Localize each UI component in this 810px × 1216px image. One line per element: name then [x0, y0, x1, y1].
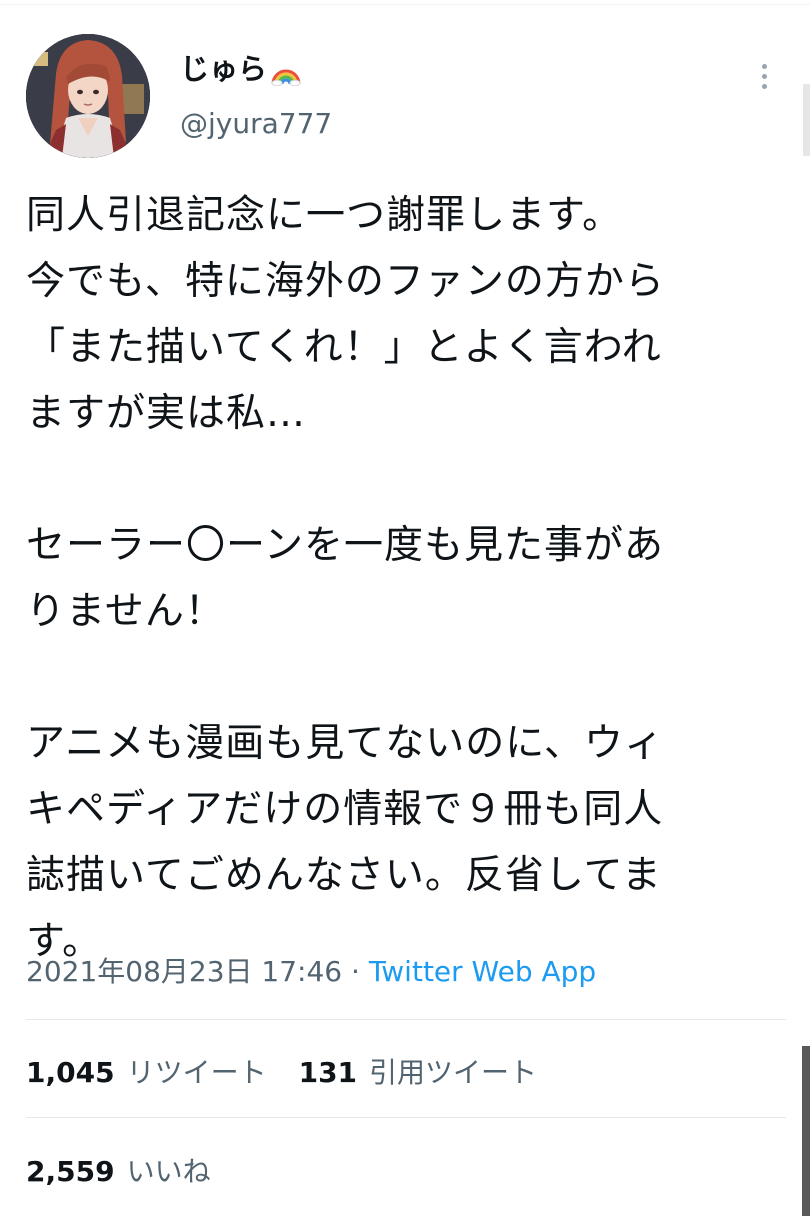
side-panel-edge — [803, 84, 810, 156]
more-vertical-icon[interactable] — [752, 56, 776, 96]
rainbow-icon — [271, 58, 301, 87]
like-count-label: いいね — [126, 1155, 211, 1188]
author-handle[interactable]: @jyura777 — [180, 107, 332, 141]
scrollbar-thumb[interactable] — [802, 1046, 810, 1216]
retweet-count[interactable]: 1,045 リツイート — [26, 1051, 267, 1091]
tweet-text: 同人引退記念に一つ謝罪します。 今でも、特に海外のファンの方から 「また描いてく… — [26, 193, 665, 964]
quote-count-label: 引用ツイート — [369, 1056, 538, 1089]
more-dot — [761, 83, 767, 89]
stats-divider-middle — [26, 1117, 786, 1118]
avatar-illustration — [26, 34, 150, 158]
retweet-count-label: リツイート — [126, 1056, 267, 1089]
share-stats-row: 1,045 リツイート 131 引用ツイート — [26, 1051, 537, 1091]
more-dot — [761, 73, 767, 79]
stats-divider-top — [26, 1019, 786, 1020]
tweet-metadata: 2021年08月23日 17:46 · Twitter Web App — [26, 950, 596, 994]
more-dot — [761, 63, 767, 69]
tweet-source-link[interactable]: Twitter Web App — [369, 955, 596, 988]
like-count-value: 2,559 — [26, 1155, 115, 1188]
like-stats-row: 2,559 いいね — [26, 1150, 211, 1190]
author-display-name-text: じゅら — [180, 52, 268, 86]
meta-separator: · — [342, 955, 369, 988]
quote-count-value: 131 — [298, 1056, 358, 1089]
like-count[interactable]: 2,559 いいね — [26, 1150, 211, 1190]
tweet-header: じゅら @jyura777 — [26, 34, 786, 164]
top-divider — [0, 4, 810, 5]
tweet-timestamp[interactable]: 2021年08月23日 17:46 — [26, 955, 342, 988]
author-display-name[interactable]: じゅら — [180, 51, 301, 87]
quote-count[interactable]: 131 引用ツイート — [299, 1051, 537, 1091]
retweet-count-value: 1,045 — [26, 1056, 115, 1089]
avatar[interactable] — [26, 34, 150, 158]
